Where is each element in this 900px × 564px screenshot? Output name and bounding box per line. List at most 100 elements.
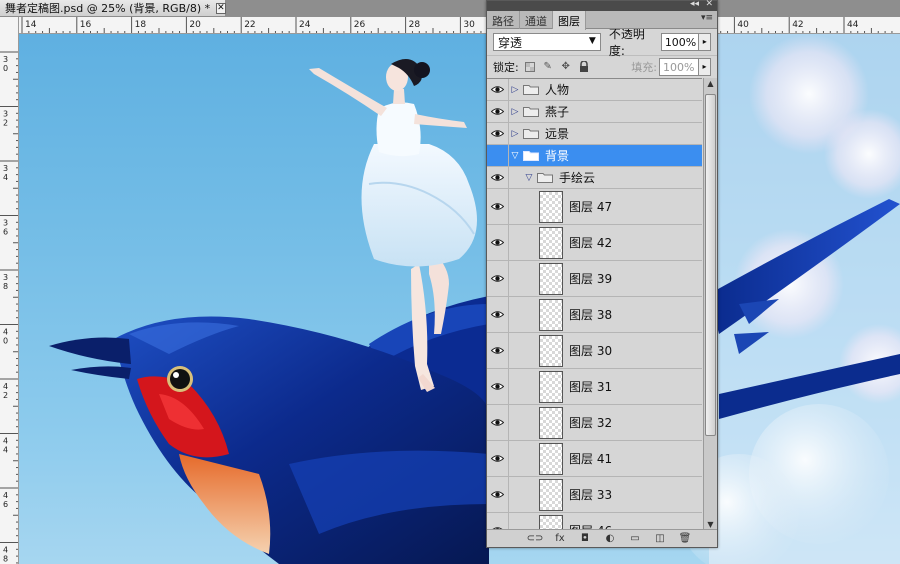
folder-icon bbox=[523, 84, 539, 95]
delete-layer-button[interactable]: 🗑 bbox=[677, 532, 693, 546]
tab-channels[interactable]: 通道 bbox=[520, 11, 553, 29]
tab-paths[interactable]: 路径 bbox=[487, 11, 520, 29]
layer-name: 远景 bbox=[545, 127, 570, 141]
layer-row[interactable]: 图层 31 bbox=[487, 369, 702, 405]
layer-name: 图层 42 bbox=[569, 236, 613, 250]
ruler-label: 20 bbox=[189, 20, 201, 30]
horizontal-ruler[interactable]: 14161820222426283032343638404244 bbox=[19, 17, 900, 34]
scroll-up-arrow-icon[interactable]: ▲ bbox=[704, 78, 717, 90]
layer-thumbnail[interactable] bbox=[539, 406, 563, 439]
visibility-eye-icon[interactable] bbox=[487, 145, 509, 166]
ruler-label: 3 bbox=[3, 164, 8, 173]
lock-transparency-icon[interactable] bbox=[523, 60, 537, 74]
lock-image-brush-icon[interactable]: ✎ bbox=[541, 60, 555, 74]
layer-name: 图层 32 bbox=[569, 416, 613, 430]
collapsed-triangle-icon[interactable]: ▷ bbox=[509, 107, 521, 117]
layer-group-row[interactable]: ▷ 燕子 bbox=[487, 101, 702, 123]
layer-name: 手绘云 bbox=[559, 171, 596, 185]
opacity-slider-button[interactable]: ▸ bbox=[699, 33, 711, 51]
lock-row: 锁定: ✎ ✥ 填充: 100% ▸ bbox=[487, 55, 717, 77]
layer-group-row[interactable]: ▷ 人物 bbox=[487, 79, 702, 101]
collapsed-triangle-icon[interactable]: ▷ bbox=[509, 85, 521, 95]
layer-row[interactable]: 图层 42 bbox=[487, 225, 702, 261]
layer-thumbnail[interactable] bbox=[539, 370, 563, 403]
ruler-label: 30 bbox=[463, 20, 475, 30]
ruler-label: 14 bbox=[25, 20, 37, 30]
layers-panel: ◂◂ ✕ 路径 通道 图层 ▾≡ 穿透 ▼ 不透明度: 100% ▸ 锁定: ✎… bbox=[486, 0, 718, 548]
collapse-panel-icon[interactable]: ◂◂ bbox=[690, 0, 699, 9]
opacity-input[interactable]: 100% bbox=[660, 33, 700, 51]
ruler-label: 4 bbox=[3, 382, 8, 391]
visibility-eye-icon[interactable] bbox=[487, 369, 509, 404]
layer-group-row[interactable]: ▷ 远景 bbox=[487, 123, 702, 145]
layer-name: 图层 39 bbox=[569, 272, 613, 286]
artwork bbox=[49, 34, 900, 564]
layer-row[interactable]: 图层 30 bbox=[487, 333, 702, 369]
layer-row[interactable]: 图层 39 bbox=[487, 261, 702, 297]
layer-name: 图层 47 bbox=[569, 200, 613, 214]
visibility-eye-icon[interactable] bbox=[487, 167, 509, 188]
layers-scrollbar[interactable]: ▲ ▼ bbox=[703, 78, 717, 531]
new-layer-button[interactable]: ◫ bbox=[652, 532, 668, 546]
layer-style-button[interactable]: fx bbox=[552, 532, 568, 546]
visibility-eye-icon[interactable] bbox=[487, 225, 509, 260]
layer-row[interactable]: 图层 32 bbox=[487, 405, 702, 441]
lock-all-icon[interactable] bbox=[577, 60, 591, 74]
layer-name: 图层 31 bbox=[569, 380, 613, 394]
layer-thumbnail[interactable] bbox=[539, 226, 563, 259]
visibility-eye-icon[interactable] bbox=[487, 189, 509, 224]
visibility-eye-icon[interactable] bbox=[487, 123, 509, 144]
ruler-label: 28 bbox=[409, 20, 421, 30]
ruler-label: 3 bbox=[3, 55, 8, 64]
layer-row[interactable]: 图层 47 bbox=[487, 189, 702, 225]
visibility-eye-icon[interactable] bbox=[487, 441, 509, 476]
layer-row[interactable]: 图层 38 bbox=[487, 297, 702, 333]
ruler-label: 40 bbox=[737, 20, 749, 30]
fill-input[interactable]: 100% bbox=[659, 57, 699, 76]
ruler-label: 0 bbox=[3, 337, 8, 346]
document-tab[interactable]: 舞者定稿图.psd @ 25% (背景, RGB/8) * ✕ bbox=[0, 0, 226, 17]
blend-mode-select[interactable]: 穿透 ▼ bbox=[493, 33, 601, 51]
new-group-button[interactable]: ▭ bbox=[627, 532, 643, 546]
vertical-ruler[interactable]: 30323436384042444648 bbox=[0, 17, 19, 564]
visibility-eye-icon[interactable] bbox=[487, 405, 509, 440]
collapsed-triangle-icon[interactable]: ▷ bbox=[509, 129, 521, 139]
layer-name: 图层 38 bbox=[569, 308, 613, 322]
visibility-eye-icon[interactable] bbox=[487, 477, 509, 512]
layer-name: 背景 bbox=[545, 149, 570, 163]
visibility-eye-icon[interactable] bbox=[487, 101, 509, 122]
visibility-eye-icon[interactable] bbox=[487, 261, 509, 296]
layer-thumbnail[interactable] bbox=[539, 442, 563, 475]
lock-position-move-icon[interactable]: ✥ bbox=[559, 60, 573, 74]
layer-thumbnail[interactable] bbox=[539, 298, 563, 331]
visibility-eye-icon[interactable] bbox=[487, 297, 509, 332]
adjustment-layer-button[interactable]: ◐ bbox=[602, 532, 618, 546]
fill-slider-button[interactable]: ▸ bbox=[699, 57, 711, 76]
layer-thumbnail[interactable] bbox=[539, 478, 563, 511]
expanded-triangle-icon[interactable]: ▽ bbox=[509, 151, 521, 161]
document-canvas[interactable] bbox=[19, 34, 900, 564]
tab-layers[interactable]: 图层 bbox=[553, 11, 586, 30]
scroll-thumb[interactable] bbox=[705, 94, 716, 436]
ruler-label: 2 bbox=[3, 391, 8, 400]
close-panel-icon[interactable]: ✕ bbox=[705, 0, 713, 9]
layer-row[interactable]: 图层 41 bbox=[487, 441, 702, 477]
panel-menu-icon[interactable]: ▾≡ bbox=[701, 13, 713, 23]
add-mask-button[interactable]: ◘ bbox=[577, 532, 593, 546]
panel-titlebar[interactable]: ◂◂ ✕ bbox=[487, 0, 717, 11]
layer-group-row[interactable]: ▽ 手绘云 bbox=[487, 167, 702, 189]
layer-row[interactable]: 图层 33 bbox=[487, 477, 702, 513]
close-icon[interactable]: ✕ bbox=[216, 2, 226, 14]
layer-thumbnail[interactable] bbox=[539, 190, 563, 223]
visibility-eye-icon[interactable] bbox=[487, 79, 509, 100]
layer-name: 燕子 bbox=[545, 105, 570, 119]
layer-thumbnail[interactable] bbox=[539, 262, 563, 295]
layer-group-row[interactable]: ▽ 背景 bbox=[487, 145, 702, 167]
layer-thumbnail[interactable] bbox=[539, 334, 563, 367]
visibility-eye-icon[interactable] bbox=[487, 333, 509, 368]
ruler-label: 4 bbox=[3, 328, 8, 337]
expanded-triangle-icon[interactable]: ▽ bbox=[523, 173, 535, 183]
link-layers-button[interactable]: ⊂⊃ bbox=[527, 532, 544, 546]
ruler-label: 4 bbox=[3, 437, 8, 446]
horizontal-ruler-ticks: 14161820222426283032343638404244 bbox=[21, 17, 893, 33]
